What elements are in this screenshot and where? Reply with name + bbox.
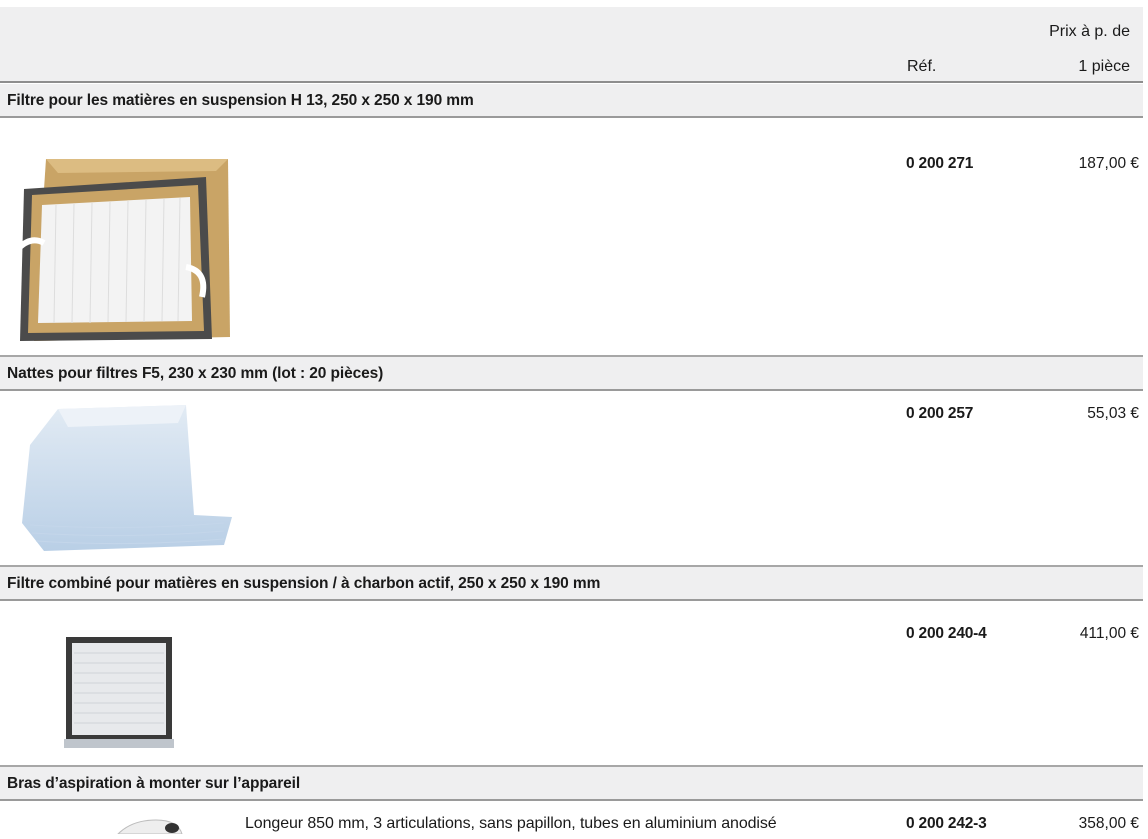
product-title: Nattes pour filtres F5, 230 x 230 mm (lo…: [0, 357, 1143, 391]
product-ref: 0 200 257: [906, 405, 974, 422]
product-price: 187,00 €: [1078, 155, 1139, 172]
product-title: Filtre pour les matières en suspension H…: [0, 84, 1143, 118]
product-ref: 0 200 271: [906, 155, 974, 172]
product-price: 411,00 €: [1079, 625, 1139, 642]
product-description: Longeur 850 mm, 3 articulations, sans pa…: [245, 815, 777, 832]
product-price: 358,00 €: [1078, 815, 1139, 832]
ref-header: Réf.: [907, 58, 937, 75]
hepa-filter-box-image: [13, 155, 232, 350]
product-ref: 0 200 240-4: [906, 625, 987, 642]
table-header: Prix à p. de Réf. 1 pièce: [0, 7, 1143, 83]
price-header-line1: Prix à p. de: [1049, 23, 1130, 40]
product-title: Filtre combiné pour matières en suspensi…: [0, 567, 1143, 601]
suction-arm-image: [112, 818, 186, 839]
filter-mat-stack-image: [18, 405, 244, 560]
product-price: 55,03 €: [1087, 405, 1139, 422]
price-header-line2: 1 pièce: [1078, 58, 1130, 75]
combined-filter-image: [64, 635, 176, 755]
product-ref: 0 200 242-3: [906, 815, 987, 832]
product-title: Bras d’aspiration à monter sur l’apparei…: [0, 767, 1143, 801]
